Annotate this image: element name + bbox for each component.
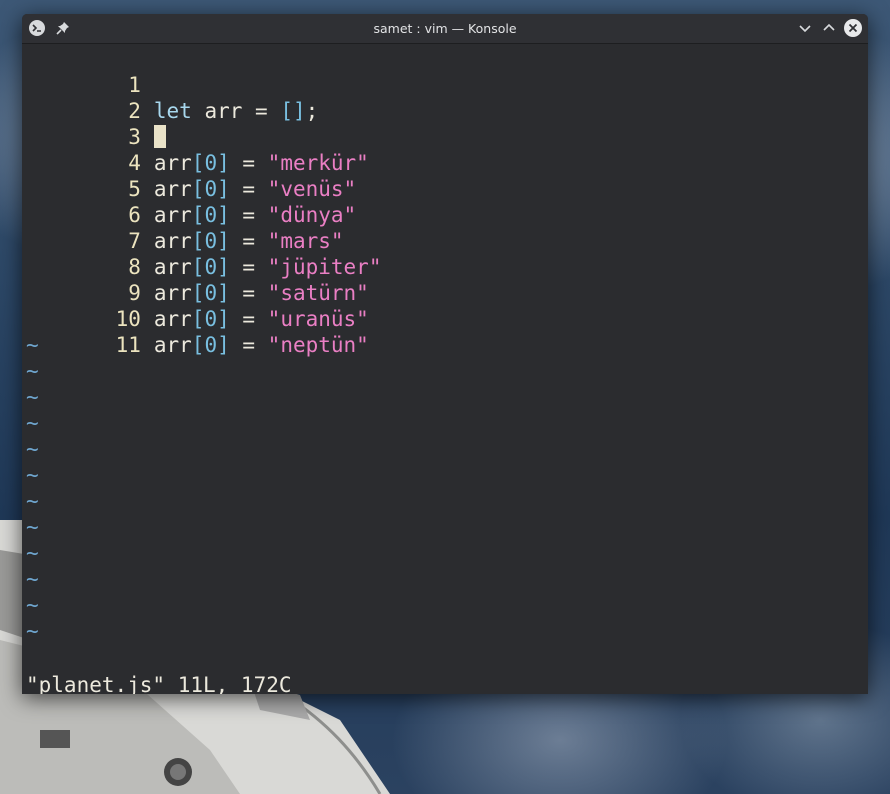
empty-line-marker: ~ — [26, 437, 39, 461]
code-line-5: 5 arr[0] = "venüs" — [22, 150, 356, 201]
konsole-window: samet : vim — Konsole 1 2let arr = []; — [22, 14, 868, 694]
empty-line-marker: ~ — [26, 541, 39, 565]
bracket-token: [] — [280, 99, 306, 123]
empty-line-marker: ~ — [26, 359, 39, 383]
chevron-down-icon[interactable] — [796, 19, 814, 37]
line-number: 11 — [115, 333, 141, 357]
window-title: samet : vim — Konsole — [373, 21, 517, 36]
pin-icon[interactable] — [54, 19, 72, 37]
code-line-10: 10 arr[0] = "uranüs" — [22, 280, 369, 331]
code-line-7: 7 arr[0] = "mars" — [22, 202, 343, 253]
code-line-3: 3 — [22, 98, 166, 149]
empty-line-marker: ~ — [26, 593, 39, 617]
code-line-1: 1 — [22, 46, 141, 97]
chevron-up-icon[interactable] — [820, 19, 838, 37]
line-code: let arr = []; — [154, 98, 318, 124]
empty-line-marker: ~ — [26, 515, 39, 539]
line-code: arr[0] = "neptün" — [154, 332, 369, 358]
empty-line-marker: ~ — [26, 619, 39, 643]
empty-line-marker: ~ — [26, 333, 39, 357]
vim-status-line: "planet.js" 11L, 172C — [26, 673, 292, 694]
empty-line-marker: ~ — [26, 489, 39, 513]
semicolon-token: ; — [305, 99, 319, 123]
empty-line-marker: ~ — [26, 567, 39, 591]
operator-token: = — [229, 333, 268, 357]
vim-editor[interactable]: 1 2 let arr = []; 3 4 arr[0] = "merkür" 5a… — [22, 44, 868, 694]
titlebar: samet : vim — Konsole — [22, 14, 868, 44]
plain-token: arr = — [191, 99, 281, 123]
code-line-4: 4 arr[0] = "merkür" — [22, 124, 369, 175]
code-line-9: 9 arr[0] = "satürn" — [22, 254, 369, 305]
empty-line-marker: ~ — [26, 463, 39, 487]
close-icon[interactable] — [843, 18, 863, 38]
code-line-2: 2 let arr = []; — [22, 72, 318, 123]
identifier-token: arr — [153, 333, 192, 357]
code-line-8: 8 arr[0] = "jüpiter" — [22, 228, 381, 279]
empty-line-marker: ~ — [26, 385, 39, 409]
string-token: "neptün" — [267, 333, 369, 357]
index-token: [0] — [191, 333, 230, 357]
empty-line-marker: ~ — [26, 411, 39, 435]
terminal-app-icon[interactable] — [28, 19, 46, 37]
code-line-11: 11 arr[0] = "neptün" — [22, 306, 369, 357]
code-line-6: 6 arr[0] = "dünya" — [22, 176, 356, 227]
